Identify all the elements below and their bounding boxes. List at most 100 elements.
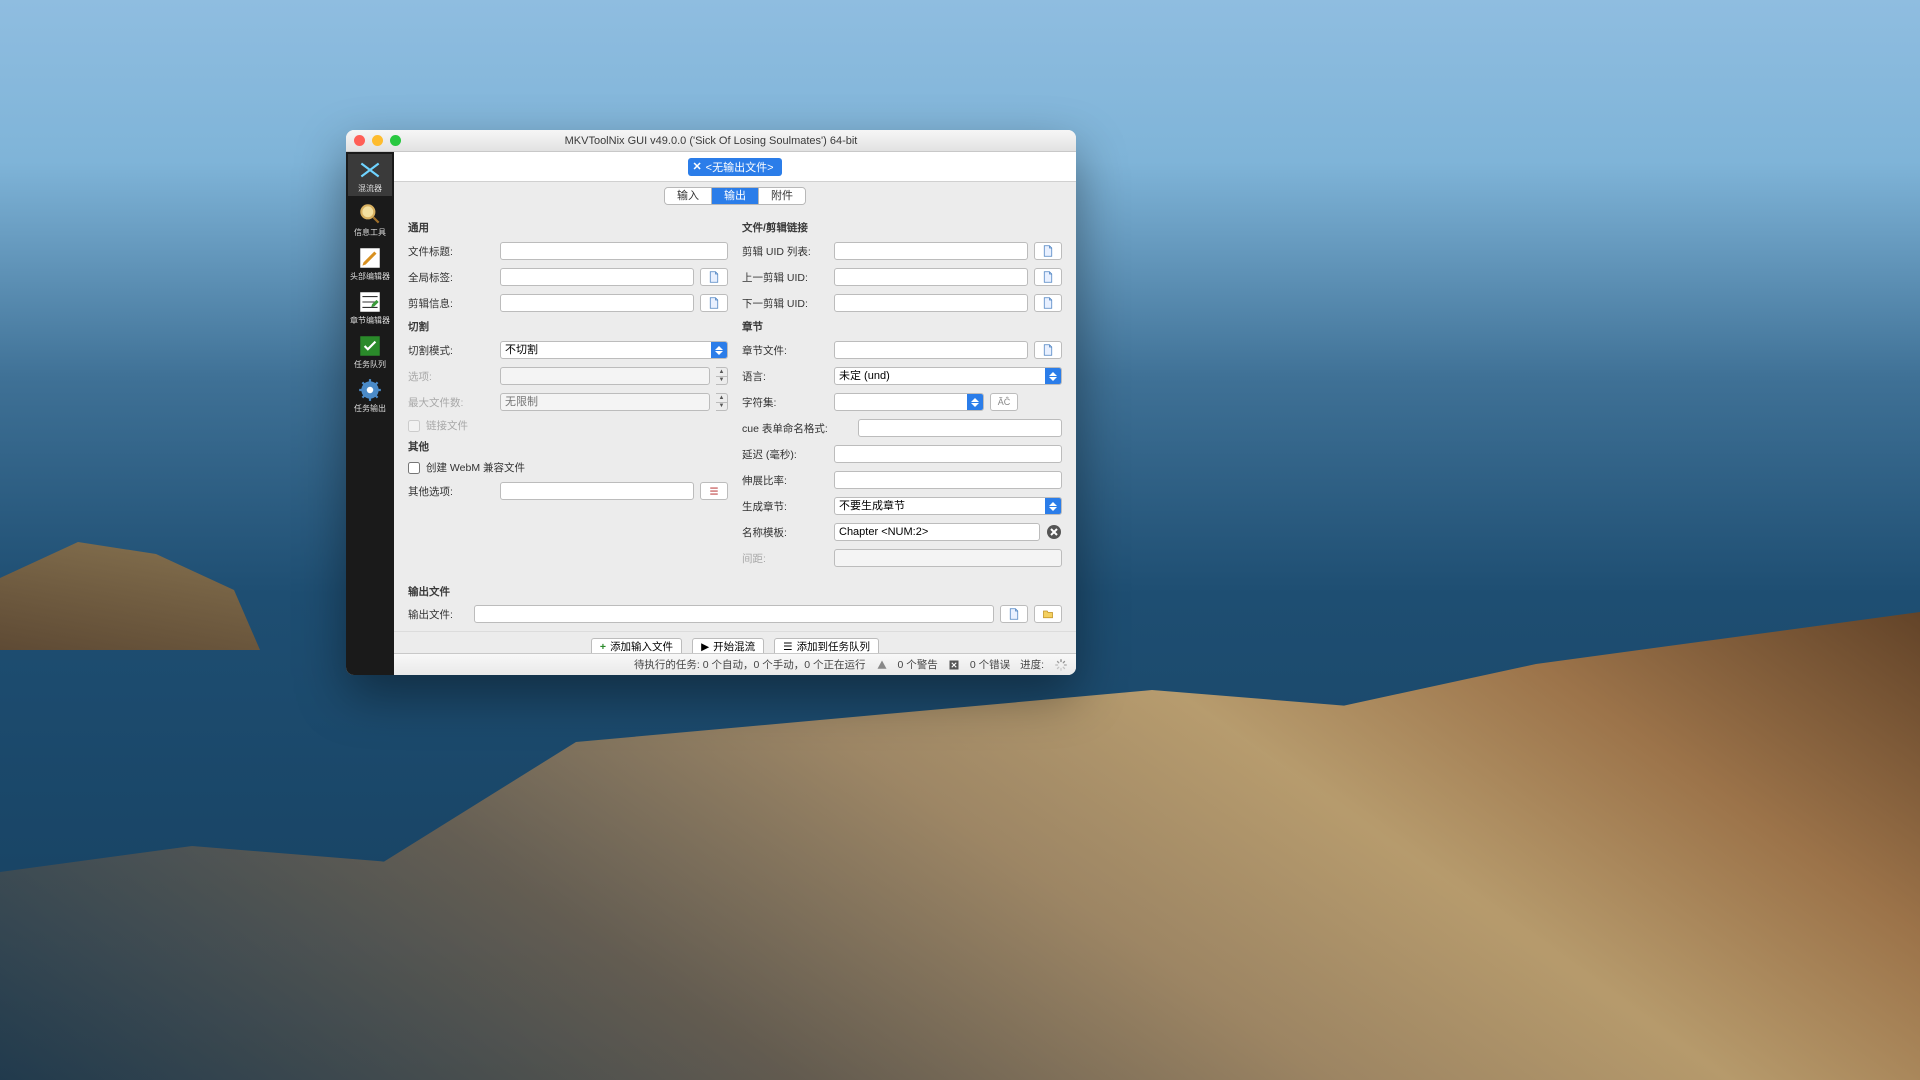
generate-chapters-select[interactable]: 不要生成章节	[834, 497, 1062, 515]
recent-output-button[interactable]	[1034, 605, 1062, 623]
prev-uid-label: 上一剪辑 UID:	[742, 270, 828, 285]
start-mux-button[interactable]: ▶ 开始混流	[692, 638, 764, 654]
checklist-icon	[357, 333, 383, 359]
output-chip-text: <无输出文件>	[706, 159, 774, 175]
next-uid-label: 下一剪辑 UID:	[742, 296, 828, 311]
chapter-lang-select[interactable]: 未定 (und)	[834, 367, 1062, 385]
global-tags-label: 全局标签:	[408, 270, 494, 285]
segment-info-input[interactable]	[500, 294, 694, 312]
webm-checkbox[interactable]	[408, 462, 420, 474]
group-output-file-title: 输出文件	[408, 584, 1062, 599]
output-file-chip[interactable]: ✕ <无输出文件>	[688, 158, 781, 176]
sidebar-item-chapter-editor[interactable]: 章节编辑器	[348, 286, 392, 328]
desktop-wallpaper-rocks-left	[0, 530, 260, 650]
edit-icon	[357, 245, 383, 271]
close-icon[interactable]: ✕	[692, 160, 701, 173]
chapter-stretch-input[interactable]	[834, 471, 1062, 489]
output-file-label: 输出文件:	[408, 607, 468, 622]
sidebar-label: 任务输出	[354, 405, 386, 413]
split-mode-label: 切割模式:	[408, 343, 494, 358]
action-bar: + 添加输入文件 ▶ 开始混流 ☰ 添加到任务队列	[394, 631, 1076, 653]
chapter-charset-label: 字符集:	[742, 395, 828, 410]
browse-prev-uid-button[interactable]	[1034, 268, 1062, 286]
split-mode-select[interactable]: 不切割	[500, 341, 728, 359]
status-progress-label: 进度:	[1020, 657, 1044, 672]
sidebar-item-job-queue[interactable]: 任务队列	[348, 330, 392, 372]
plus-icon: +	[600, 641, 606, 653]
spinner-icon	[1054, 658, 1068, 672]
split-option-input	[500, 367, 710, 385]
list-icon	[708, 485, 720, 497]
sidebar-item-header-editor[interactable]: 头部编辑器	[348, 242, 392, 284]
browse-chapter-file-button[interactable]	[1034, 341, 1062, 359]
add-source-button[interactable]: + 添加输入文件	[591, 638, 682, 654]
error-icon	[948, 659, 960, 671]
name-template-input[interactable]	[834, 523, 1040, 541]
chapter-lang-label: 语言:	[742, 369, 828, 384]
charset-preview-button[interactable]: ÃĈ	[990, 393, 1018, 411]
merge-icon	[357, 157, 383, 183]
browse-next-uid-button[interactable]	[1034, 294, 1062, 312]
group-chapters-title: 章节	[742, 319, 1062, 334]
webm-label: 创建 WebM 兼容文件	[426, 460, 525, 475]
titlebar: MKVToolNix GUI v49.0.0 ('Sick Of Losing …	[346, 130, 1076, 152]
gear-icon	[357, 377, 383, 403]
add-to-queue-button[interactable]: ☰ 添加到任务队列	[774, 638, 879, 654]
sidebar-label: 混流器	[358, 185, 382, 193]
status-pending: 待执行的任务: 0 个自动，0 个手动，0 个正在运行	[634, 657, 866, 672]
cue-name-input[interactable]	[858, 419, 1062, 437]
max-files-label: 最大文件数:	[408, 395, 494, 410]
cue-name-label: cue 表单命名格式:	[742, 421, 852, 436]
chapter-interval-label: 间距:	[742, 551, 828, 566]
other-options-edit-button[interactable]	[700, 482, 728, 500]
output-file-input[interactable]	[474, 605, 994, 623]
file-icon	[1042, 245, 1054, 257]
tab-attachments[interactable]: 附件	[758, 188, 805, 204]
browse-seg-uid-button[interactable]	[1034, 242, 1062, 260]
chapter-stretch-label: 伸展比率:	[742, 473, 828, 488]
tab-input[interactable]: 输入	[665, 188, 711, 204]
chapter-interval-input	[834, 549, 1062, 567]
page-tabs: 输入 输出 附件	[394, 182, 1076, 210]
group-misc-title: 其他	[408, 439, 728, 454]
name-template-label: 名称模板:	[742, 525, 828, 540]
tab-output[interactable]: 输出	[711, 188, 758, 204]
app-window: MKVToolNix GUI v49.0.0 ('Sick Of Losing …	[346, 130, 1076, 675]
seg-uid-input[interactable]	[834, 242, 1028, 260]
queue-icon: ☰	[783, 641, 792, 653]
warning-icon	[876, 659, 888, 671]
status-warnings: 0 个警告	[898, 657, 938, 672]
other-options-label: 其他选项:	[408, 484, 494, 499]
file-icon	[1042, 344, 1054, 356]
group-links-title: 文件/剪辑链接	[742, 220, 1062, 235]
file-icon	[1008, 608, 1020, 620]
browse-segment-info-button[interactable]	[700, 294, 728, 312]
chapter-file-input[interactable]	[834, 341, 1028, 359]
sidebar-item-muxer[interactable]: 混流器	[348, 154, 392, 196]
tool-sidebar: 混流器 信息工具 头部编辑器 章节编辑器 任务队列 任务输出	[346, 152, 394, 675]
split-option-stepper: ▲▼	[716, 367, 728, 385]
window-title: MKVToolNix GUI v49.0.0 ('Sick Of Losing …	[346, 135, 1076, 147]
sidebar-item-info[interactable]: 信息工具	[348, 198, 392, 240]
file-icon	[708, 297, 720, 309]
chapter-charset-select[interactable]	[834, 393, 984, 411]
chapter-delay-input[interactable]	[834, 445, 1062, 463]
clear-template-button[interactable]	[1046, 524, 1062, 540]
browse-output-file-button[interactable]	[1000, 605, 1028, 623]
sidebar-label: 头部编辑器	[350, 273, 390, 281]
file-title-input[interactable]	[500, 242, 728, 260]
sidebar-label: 信息工具	[354, 229, 386, 237]
folder-icon	[1042, 608, 1054, 620]
link-files-checkbox	[408, 420, 420, 432]
clear-icon	[1046, 524, 1062, 540]
file-icon	[1042, 297, 1054, 309]
global-tags-input[interactable]	[500, 268, 694, 286]
other-options-input[interactable]	[500, 482, 694, 500]
status-bar: 待执行的任务: 0 个自动，0 个手动，0 个正在运行 0 个警告 0 个错误 …	[394, 653, 1076, 675]
prev-uid-input[interactable]	[834, 268, 1028, 286]
link-files-label: 链接文件	[426, 418, 468, 433]
sidebar-item-job-output[interactable]: 任务输出	[348, 374, 392, 416]
chapter-file-label: 章节文件:	[742, 343, 828, 358]
browse-global-tags-button[interactable]	[700, 268, 728, 286]
next-uid-input[interactable]	[834, 294, 1028, 312]
